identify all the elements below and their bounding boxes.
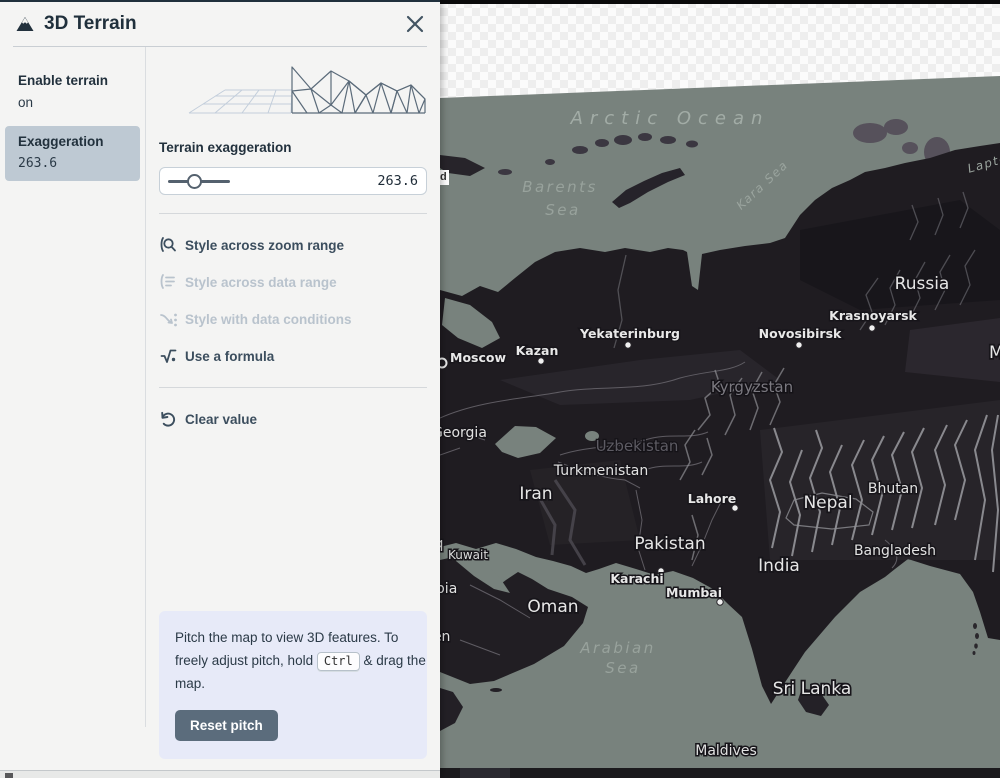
map-label-iraq: Iraq <box>440 536 443 552</box>
slider-label: Terrain exaggeration <box>159 140 427 155</box>
data-conditions-icon <box>159 310 185 329</box>
style-with-data-conditions-button[interactable]: Style with data conditions <box>159 306 427 332</box>
map-label-sea: Sea <box>545 201 580 219</box>
exaggeration-label: Exaggeration <box>18 134 132 149</box>
data-range-icon <box>159 273 185 292</box>
map-label-kuwait: Kuwait <box>448 548 488 562</box>
map-label-krasnoyarsk: Krasnoyarsk <box>829 308 917 323</box>
terrain-exaggeration-slider[interactable]: 263.6 <box>159 167 427 195</box>
use-a-formula-button[interactable]: Use a formula <box>159 343 427 369</box>
map-label-india: India <box>758 556 800 576</box>
map-label-iran: Iran <box>519 484 552 504</box>
map-svg: Arctic OceanBarentsSeaKara SeaLaptevRuss… <box>440 0 1000 778</box>
clipped-map-label: d <box>440 170 449 185</box>
ctrl-key-badge: Ctrl <box>317 652 360 671</box>
map-canvas[interactable]: d <box>440 0 1000 778</box>
map-label-karachi: Karachi <box>610 571 663 586</box>
map-label-kazan: Kazan <box>516 343 559 358</box>
clear-value-button[interactable]: Clear value <box>159 406 427 432</box>
map-label-kyrgyzstan: Kyrgyzstan <box>711 378 793 396</box>
map-label-yemen: Yemen <box>440 629 450 645</box>
city-dot <box>625 342 631 348</box>
panel-header: 3D Terrain <box>0 2 440 46</box>
map-label-arctic-ocean: Arctic Ocean <box>570 108 770 129</box>
map-label-sri-lanka: Sri Lanka <box>773 679 852 699</box>
map-label-lahore: Lahore <box>688 491 737 506</box>
pitch-hint-text: Pitch the map to view 3D features. To fr… <box>175 627 427 696</box>
divider <box>159 213 427 214</box>
enable-terrain-label: Enable terrain <box>18 73 132 88</box>
bottom-strip <box>0 770 440 778</box>
map-label-yekaterinburg: Yekaterinburg <box>579 326 680 341</box>
city-dot <box>796 342 802 348</box>
map-label-barents: Barents <box>522 178 598 196</box>
slider-track[interactable] <box>168 168 230 194</box>
map-label-uzbekistan: Uzbekistan <box>596 437 679 455</box>
property-editor: Terrain exaggeration 263.6 <box>146 47 440 727</box>
reset-pitch-button[interactable]: Reset pitch <box>175 710 278 741</box>
property-sidebar: Enable terrain on Exaggeration 263.6 <box>0 47 146 727</box>
zoom-range-icon <box>159 236 185 255</box>
sidebar-item-enable-terrain[interactable]: Enable terrain on <box>5 65 140 120</box>
close-icon[interactable] <box>406 15 424 33</box>
sidebar-item-exaggeration[interactable]: Exaggeration 263.6 <box>5 126 140 181</box>
map-label-arabia: Arabia <box>440 581 457 597</box>
map-label-arabian: Arabian <box>579 639 656 657</box>
formula-icon <box>159 347 185 366</box>
map-label-mongolia: Mongolia <box>989 343 1000 363</box>
terrain-mesh-illustration <box>159 61 427 124</box>
map-label-moscow: Moscow <box>450 350 506 365</box>
enable-terrain-value: on <box>18 95 132 110</box>
panel-title: 3D Terrain <box>44 13 406 35</box>
map-label-bhutan: Bhutan <box>868 481 918 497</box>
map-label-georgia: Georgia <box>440 425 487 441</box>
city-dot <box>869 325 875 331</box>
map-label-turkmenistan: Turkmenistan <box>553 463 648 479</box>
undo-icon <box>159 410 185 428</box>
style-across-zoom-range-button[interactable]: Style across zoom range <box>159 232 427 258</box>
exaggeration-value: 263.6 <box>18 156 132 171</box>
divider <box>159 387 427 388</box>
pitch-hint-box: Pitch the map to view 3D features. To fr… <box>159 611 427 759</box>
map-label-pakistan: Pakistan <box>634 534 705 554</box>
map-label-novosibirsk: Novosibirsk <box>759 326 842 341</box>
map-label-nepal: Nepal <box>803 493 852 513</box>
map-label-bangladesh: Bangladesh <box>854 543 936 559</box>
map-label-maldives: Maldives <box>695 743 757 759</box>
app-window: 3D Terrain Enable terrain on Exaggeratio… <box>0 0 1000 778</box>
slider-handle[interactable] <box>187 174 202 189</box>
map-label-mumbai: Mumbai <box>666 585 722 600</box>
terrain-panel: 3D Terrain Enable terrain on Exaggeratio… <box>0 0 440 778</box>
mountain-icon <box>16 16 34 32</box>
map-label-russia: Russia <box>895 274 950 294</box>
style-across-data-range-button[interactable]: Style across data range <box>159 269 427 295</box>
city-dot <box>538 358 544 364</box>
map-label-oman: Oman <box>527 597 578 617</box>
slider-value: 263.6 <box>230 173 418 189</box>
map-label-sea: Sea <box>605 659 640 677</box>
